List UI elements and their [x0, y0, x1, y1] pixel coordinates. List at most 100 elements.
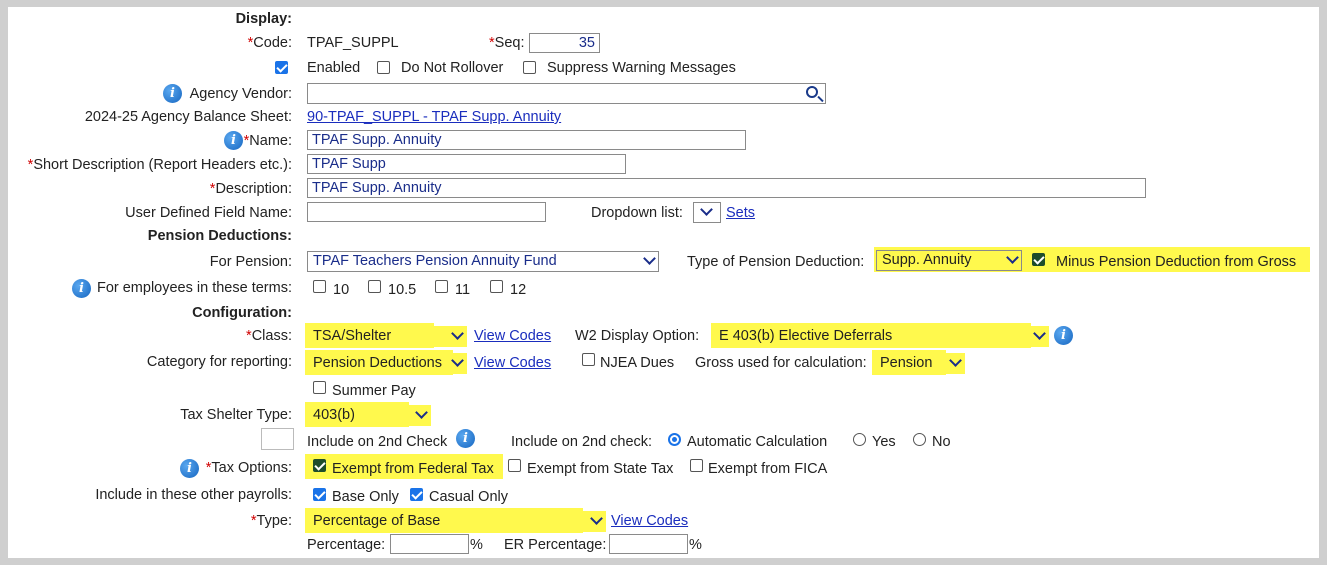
exempt-fica-checkbox[interactable]	[690, 459, 703, 472]
other-payrolls-label: Include in these other payrolls:	[95, 487, 292, 503]
seq-label: *Seq:	[489, 35, 525, 51]
balance-sheet-link[interactable]: 90-TPAF_SUPPL - TPAF Supp. Annuity	[307, 109, 561, 125]
code-value: TPAF_SUPPL	[307, 35, 399, 51]
search-icon[interactable]	[806, 86, 818, 98]
exempt-state-label: Exempt from State Tax	[527, 461, 674, 477]
info-icon[interactable]: i	[163, 84, 182, 103]
balance-sheet-label: 2024-25 Agency Balance Sheet:	[84, 109, 292, 125]
auto-calc-radio[interactable]	[668, 433, 681, 446]
agency-vendor-input[interactable]	[307, 83, 826, 104]
info-icon[interactable]: i	[72, 279, 91, 298]
include-2nd-check-label: Include on 2nd Check	[307, 434, 448, 450]
seq-input[interactable]: 35	[529, 33, 600, 53]
term-10-checkbox[interactable]	[313, 280, 326, 293]
enabled-checkbox[interactable]	[275, 61, 288, 74]
udf-name-input[interactable]	[307, 202, 546, 222]
summer-pay-label: Summer Pay	[332, 383, 416, 399]
percentage-unit: %	[470, 537, 483, 553]
description-label: *Description:	[209, 181, 292, 197]
code-label: *Code:	[247, 35, 292, 51]
info-icon[interactable]: i	[1054, 326, 1073, 345]
type-view-codes-link[interactable]: View Codes	[611, 513, 688, 529]
dropdown-list-select[interactable]	[693, 202, 721, 223]
w2-display-select[interactable]: E 403(b) Elective Deferrals	[713, 326, 1049, 347]
gross-used-label: Gross used for calculation:	[695, 355, 867, 371]
no-radio[interactable]	[913, 433, 926, 446]
chevron-down-icon	[1033, 327, 1046, 340]
percentage-label: Percentage:	[307, 537, 386, 553]
udf-name-label: User Defined Field Name:	[125, 205, 292, 221]
chevron-down-icon	[1006, 251, 1019, 264]
chevron-down-icon	[451, 327, 464, 340]
er-percentage-input[interactable]	[609, 534, 688, 554]
term-12-label: 12	[510, 282, 527, 298]
yes-label: Yes	[872, 434, 896, 450]
class-select[interactable]: TSA/Shelter	[307, 326, 467, 347]
short-description-input[interactable]: TPAF Supp	[307, 154, 626, 174]
configuration-heading: Configuration:	[192, 305, 292, 321]
suppress-warnings-checkbox[interactable]	[523, 61, 536, 74]
exempt-state-checkbox[interactable]	[508, 459, 521, 472]
base-only-checkbox[interactable]	[313, 488, 326, 501]
minus-pension-checkbox[interactable]	[1032, 253, 1045, 266]
base-only-label: Base Only	[332, 489, 399, 505]
term-10-5-checkbox[interactable]	[368, 280, 381, 293]
w2-display-label: W2 Display Option:	[575, 328, 700, 344]
term-10-label: 10	[333, 282, 350, 298]
njea-dues-label: NJEA Dues	[600, 355, 675, 371]
chevron-down-icon	[949, 354, 962, 367]
second-check-box[interactable]	[261, 428, 294, 450]
display-heading: Display:	[235, 11, 292, 27]
summer-pay-checkbox[interactable]	[313, 381, 326, 394]
enabled-label: Enabled	[307, 60, 361, 76]
type-select[interactable]: Percentage of Base	[307, 511, 606, 532]
name-label: *Name:	[243, 133, 292, 149]
exempt-federal-label: Exempt from Federal Tax	[332, 461, 494, 477]
chevron-down-icon	[643, 252, 656, 265]
include-2nd-check-option-label: Include on 2nd check:	[511, 434, 653, 450]
pension-type-select[interactable]: Supp. Annuity	[876, 250, 1022, 271]
category-select[interactable]: Pension Deductions	[307, 353, 467, 374]
name-input[interactable]: TPAF Supp. Annuity	[307, 130, 746, 150]
gross-used-select[interactable]: Pension	[874, 353, 965, 374]
terms-label: For employees in these terms:	[96, 280, 292, 296]
class-view-codes-link[interactable]: View Codes	[474, 328, 551, 344]
percentage-input[interactable]	[390, 534, 469, 554]
pension-type-label: Type of Pension Deduction:	[687, 254, 865, 270]
short-description-label: *Short Description (Report Headers etc.)…	[27, 157, 292, 173]
term-11-checkbox[interactable]	[435, 280, 448, 293]
chevron-down-icon	[590, 512, 603, 525]
tax-shelter-select[interactable]: 403(b)	[307, 405, 431, 426]
dropdown-list-label: Dropdown list:	[591, 205, 683, 221]
tax-options-label: *Tax Options:	[205, 460, 292, 476]
do-not-rollover-label: Do Not Rollover	[401, 60, 504, 76]
for-pension-label: For Pension:	[209, 254, 292, 270]
category-view-codes-link[interactable]: View Codes	[474, 355, 551, 371]
term-12-checkbox[interactable]	[490, 280, 503, 293]
pension-heading: Pension Deductions:	[147, 228, 292, 244]
yes-radio[interactable]	[853, 433, 866, 446]
term-11-label: 11	[455, 282, 471, 298]
agency-vendor-label: Agency Vendor:	[189, 86, 292, 102]
sets-link[interactable]: Sets	[726, 205, 755, 221]
minus-pension-label: Minus Pension Deduction from Gross	[1056, 254, 1297, 270]
chevron-down-icon	[700, 203, 713, 216]
category-label: Category for reporting:	[146, 354, 292, 370]
chevron-down-icon	[451, 354, 464, 367]
er-percentage-label: ER Percentage:	[504, 537, 607, 553]
info-icon[interactable]: i	[224, 131, 243, 150]
casual-only-checkbox[interactable]	[410, 488, 423, 501]
for-pension-select[interactable]: TPAF Teachers Pension Annuity Fund	[307, 251, 659, 272]
auto-calc-label: Automatic Calculation	[687, 434, 828, 450]
type-label: *Type:	[250, 513, 292, 529]
info-icon[interactable]: i	[180, 459, 199, 478]
do-not-rollover-checkbox[interactable]	[377, 61, 390, 74]
casual-only-label: Casual Only	[429, 489, 508, 505]
exempt-federal-checkbox[interactable]	[313, 459, 326, 472]
info-icon[interactable]: i	[456, 429, 475, 448]
er-percentage-unit: %	[689, 537, 702, 553]
njea-dues-checkbox[interactable]	[582, 353, 595, 366]
term-10-5-label: 10.5	[388, 282, 417, 298]
suppress-warnings-label: Suppress Warning Messages	[547, 60, 736, 76]
description-input[interactable]: TPAF Supp. Annuity	[307, 178, 1146, 198]
